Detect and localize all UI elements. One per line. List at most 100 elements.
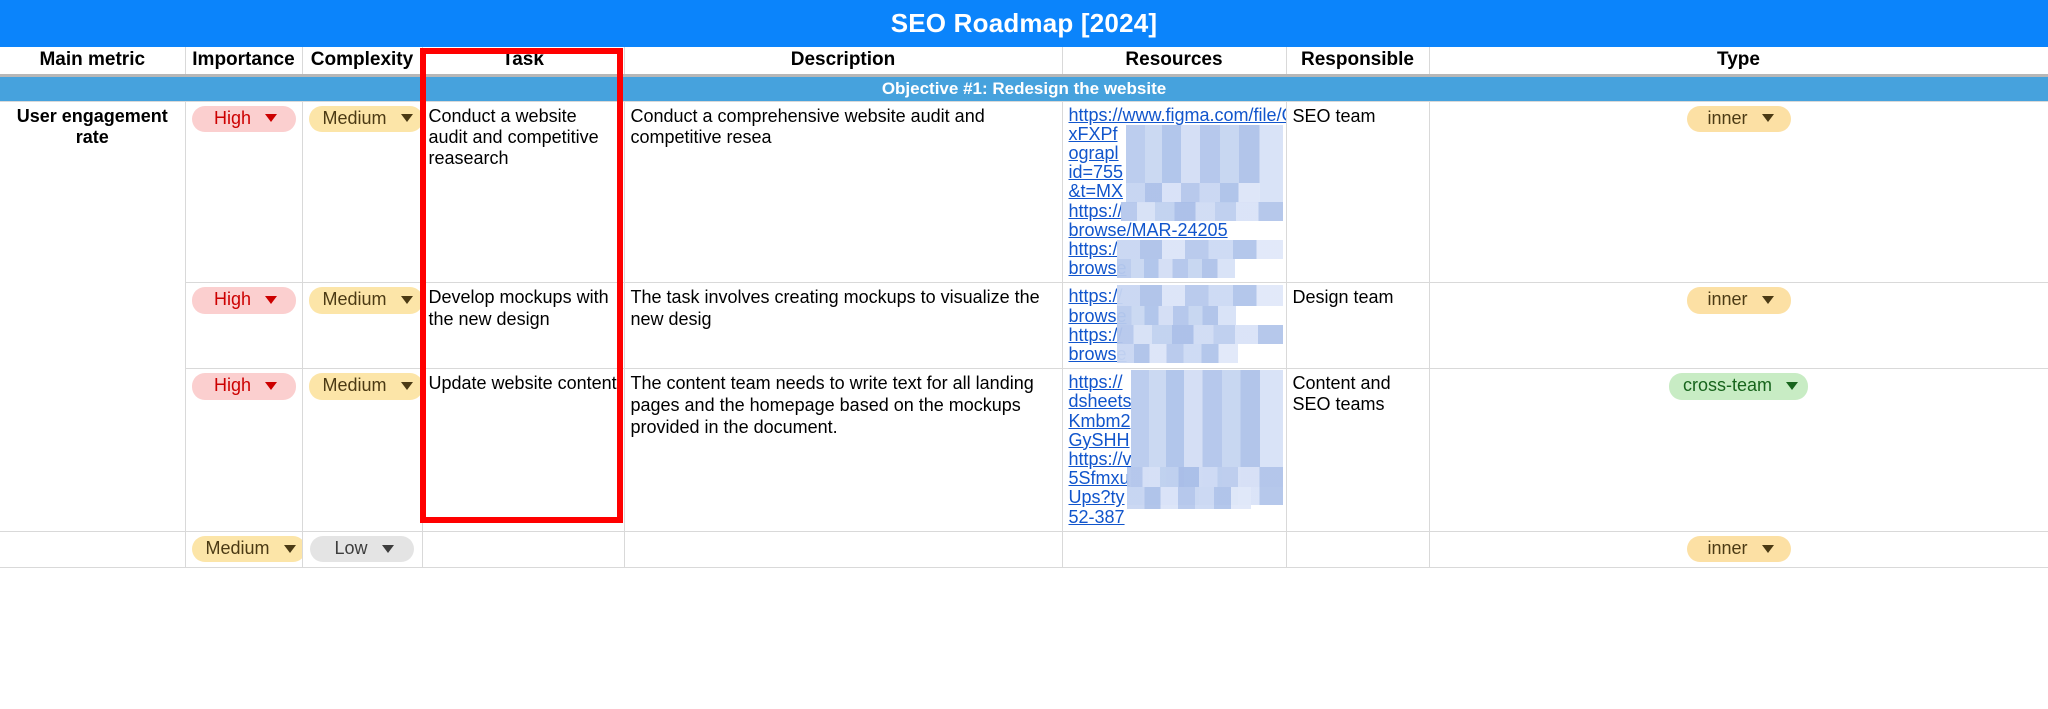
roadmap-table: Main metric Importance Complexity Task D… — [0, 47, 2048, 568]
complexity-chip[interactable]: Medium — [308, 105, 421, 133]
chevron-down-icon[interactable] — [1761, 114, 1774, 123]
resource-link[interactable]: browse/MAR-24205 — [1069, 220, 1280, 240]
column-header-main-metric[interactable]: Main metric — [0, 47, 186, 77]
responsible-text: SEO team — [1292, 105, 1376, 126]
column-header-complexity[interactable]: Complexity — [302, 47, 423, 77]
main-metric-cell[interactable] — [0, 531, 186, 568]
resource-link[interactable]: dsheets — [1069, 392, 1280, 411]
type-chip[interactable]: inner — [1686, 535, 1791, 563]
column-header-task[interactable]: Task — [422, 47, 625, 77]
type-cell[interactable]: inner — [1429, 282, 2048, 370]
importance-cell[interactable]: Medium — [185, 531, 303, 568]
chevron-down-icon[interactable] — [1761, 296, 1774, 305]
task-cell[interactable]: Develop mockups with the new design — [422, 282, 625, 370]
resource-link[interactable]: &t=MX — [1069, 182, 1280, 201]
resource-link[interactable]: https:// — [1069, 372, 1280, 392]
resource-link[interactable]: Ups?ty — [1069, 488, 1280, 507]
responsible-cell[interactable]: Design team — [1286, 282, 1430, 370]
description-cell[interactable]: The content team needs to write text for… — [624, 368, 1063, 532]
chevron-down-icon[interactable] — [265, 381, 278, 390]
table-header-row: Main metric Importance Complexity Task D… — [0, 47, 2048, 77]
chevron-down-icon[interactable] — [265, 296, 278, 305]
type-chip[interactable]: cross-team — [1668, 373, 1808, 400]
table-row: User engagement rate High Medium Conduct… — [0, 101, 2048, 532]
table-row: Medium Low inner — [0, 531, 2048, 568]
resources-link-list: https:// browse https:// browse — [1069, 285, 1283, 364]
complexity-chip-label: Medium — [322, 375, 387, 396]
column-header-responsible[interactable]: Responsible — [1286, 47, 1430, 77]
chevron-down-icon[interactable] — [400, 114, 413, 123]
chevron-down-icon[interactable] — [400, 296, 413, 305]
resource-link[interactable]: https:// — [1069, 201, 1280, 221]
complexity-chip[interactable]: Medium — [308, 287, 421, 314]
resource-link[interactable]: 5Sfmxu — [1069, 468, 1280, 488]
column-header-importance[interactable]: Importance — [185, 47, 303, 77]
resource-link[interactable]: ograpl — [1069, 143, 1280, 163]
resource-link[interactable]: https://v — [1069, 449, 1280, 469]
importance-chip[interactable]: Medium — [191, 535, 301, 563]
type-cell[interactable]: inner — [1429, 531, 2048, 568]
task-text: Update website content — [428, 373, 617, 394]
importance-cell[interactable]: High — [185, 368, 303, 532]
resource-link[interactable]: https:// — [1069, 325, 1280, 345]
resources-cell[interactable]: https:// browse https:// browse — [1062, 282, 1287, 370]
importance-chip[interactable]: High — [191, 287, 296, 314]
description-cell[interactable] — [624, 531, 1063, 568]
importance-chip-label: High — [213, 289, 252, 310]
type-chip-label: inner — [1707, 107, 1748, 128]
type-cell[interactable]: inner — [1429, 101, 2048, 284]
complexity-chip[interactable]: Low — [310, 535, 414, 563]
type-cell[interactable]: cross-team — [1429, 368, 2048, 532]
complexity-cell[interactable]: Medium — [302, 282, 423, 370]
resources-cell[interactable]: https://www.figma.com/file/OV xFXPf ogra… — [1062, 101, 1287, 284]
column-header-type[interactable]: Type — [1429, 47, 2048, 77]
chevron-down-icon[interactable] — [400, 381, 413, 390]
objective-band-row: Objective #1: Redesign the website — [0, 75, 2048, 102]
complexity-cell[interactable]: Medium — [302, 368, 423, 532]
chevron-down-icon[interactable] — [283, 544, 296, 553]
resource-link[interactable]: id=755 — [1069, 162, 1280, 182]
chevron-down-icon[interactable] — [265, 114, 278, 123]
complexity-cell[interactable]: Low — [302, 531, 423, 568]
importance-cell[interactable]: High — [185, 101, 303, 284]
main-metric-group-cell[interactable]: User engagement rate — [0, 101, 186, 532]
complexity-chip[interactable]: Medium — [308, 373, 421, 400]
resource-link[interactable]: browse — [1069, 306, 1280, 326]
type-chip-label: inner — [1707, 537, 1748, 558]
resource-link[interactable]: browse — [1069, 344, 1280, 364]
responsible-text: Design team — [1292, 287, 1394, 308]
column-header-description[interactable]: Description — [624, 47, 1063, 77]
importance-chip-label: High — [213, 375, 252, 396]
task-cell[interactable] — [422, 531, 625, 568]
description-cell[interactable]: Conduct a comprehensive website audit an… — [624, 101, 1063, 284]
complexity-chip-label: Medium — [322, 107, 387, 128]
task-cell[interactable]: Conduct a website audit and competitive … — [422, 101, 625, 284]
resource-link[interactable]: Kmbm2 — [1069, 411, 1280, 431]
type-chip[interactable]: inner — [1686, 105, 1791, 133]
responsible-cell[interactable]: Content and SEO teams — [1286, 368, 1430, 532]
responsible-cell[interactable] — [1286, 531, 1430, 568]
description-cell[interactable]: The task involves creating mockups to vi… — [624, 282, 1063, 370]
resource-link[interactable]: xFXPf — [1069, 124, 1280, 144]
importance-cell[interactable]: High — [185, 282, 303, 370]
description-text: The task involves creating mockups to vi… — [630, 287, 1040, 330]
importance-chip[interactable]: High — [191, 373, 296, 400]
complexity-cell[interactable]: Medium — [302, 101, 423, 284]
resources-cell[interactable] — [1062, 531, 1287, 568]
task-cell[interactable]: Update website content — [422, 368, 625, 532]
resource-link[interactable]: https://www.figma.com/file/OV — [1069, 105, 1286, 125]
type-chip[interactable]: inner — [1686, 287, 1791, 314]
resource-link[interactable]: 52-387 — [1069, 507, 1280, 527]
chevron-down-icon[interactable] — [381, 544, 394, 553]
chevron-down-icon[interactable] — [1786, 381, 1798, 390]
document-title-banner: SEO Roadmap [2024] — [0, 0, 2048, 47]
responsible-cell[interactable]: SEO team — [1286, 101, 1430, 284]
resource-link[interactable]: GySHH — [1069, 430, 1280, 450]
resource-link[interactable]: https:// — [1069, 287, 1280, 306]
resource-link[interactable]: https:/ — [1069, 239, 1280, 259]
column-header-resources[interactable]: Resources — [1062, 47, 1287, 77]
chevron-down-icon[interactable] — [1761, 544, 1774, 553]
resource-link[interactable]: browse — [1069, 258, 1280, 278]
resources-cell[interactable]: https:// dsheets Kmbm2 GySHH https://v 5… — [1062, 368, 1287, 532]
importance-chip[interactable]: High — [191, 105, 296, 133]
